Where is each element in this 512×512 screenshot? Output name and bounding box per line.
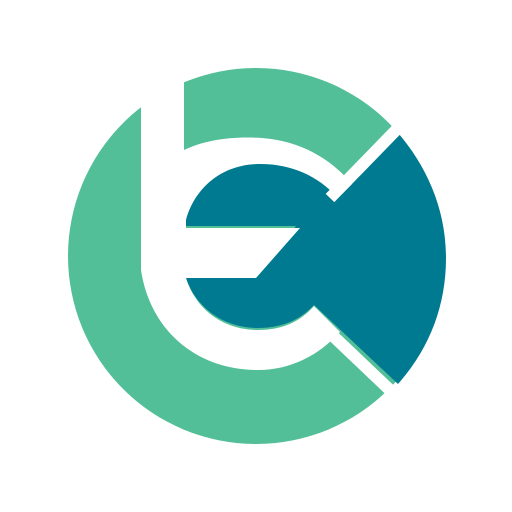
tc-monogram-logo-icon	[68, 68, 446, 444]
logo-canvas	[0, 0, 512, 512]
